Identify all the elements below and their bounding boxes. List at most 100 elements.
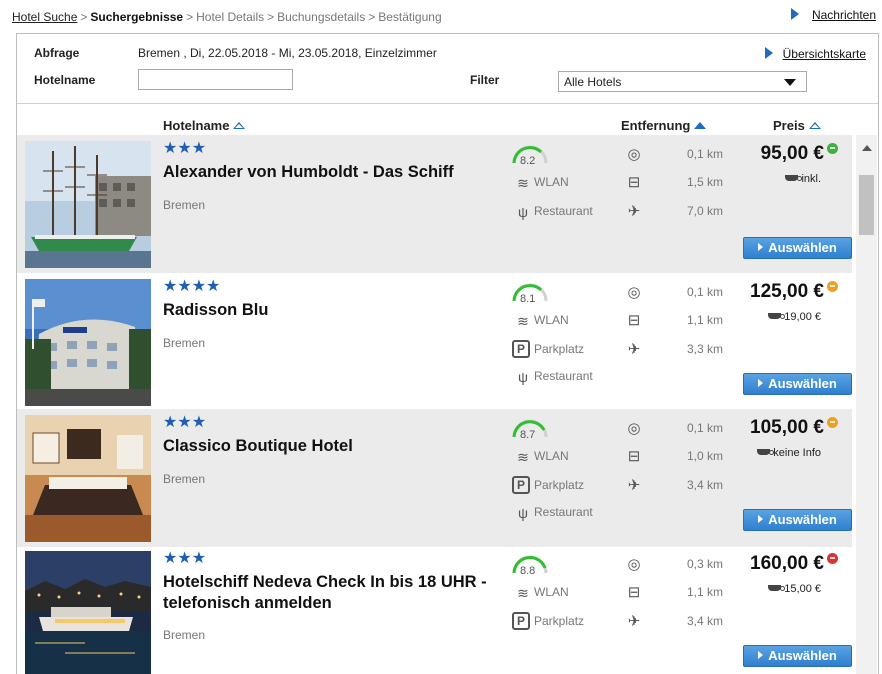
- sort-distance[interactable]: Entfernung: [621, 118, 707, 133]
- amenity-wlan: ≋ WLAN: [512, 172, 569, 192]
- breadcrumb-hotel-details: Hotel Details: [196, 10, 265, 24]
- airplane-icon: ✈: [627, 612, 641, 630]
- rating-value: 8.8: [520, 565, 536, 577]
- chevron-down-icon: [784, 79, 796, 86]
- filter-select-value: Alle Hotels: [564, 75, 622, 89]
- distance-airport: ✈ 3,4 km: [623, 475, 733, 495]
- breadcrumb: Hotel Suche > Suchergebnisse > Hotel Details…: [12, 10, 442, 24]
- breadcrumb-separator: >: [267, 10, 275, 24]
- breadcrumb-buchungsdetails: Buchungsdetails: [277, 10, 366, 24]
- target-icon: ◎: [627, 145, 641, 163]
- sort-asc-icon: [808, 122, 821, 129]
- breakfast-info: 19,00 €: [768, 311, 821, 323]
- star-rating: ★★★: [163, 140, 207, 157]
- amenity-label: WLAN: [534, 313, 569, 327]
- amenity-wlan: ≋ WLAN: [512, 446, 569, 466]
- select-button-label: Auswählen: [768, 240, 837, 255]
- parking-icon: P: [512, 340, 530, 358]
- arrow-right-icon: [790, 8, 799, 20]
- amenity-restaurant: ψ Restaurant: [512, 366, 593, 386]
- hotel-name[interactable]: Radisson Blu: [163, 300, 493, 321]
- hotel-city: Bremen: [163, 472, 206, 486]
- coffee-cup-icon: [768, 313, 786, 319]
- distance-value: 1,1 km: [686, 585, 723, 599]
- arrow-right-icon: [758, 651, 764, 659]
- sort-asc-icon: [233, 122, 246, 129]
- breakfast-info: keine Info: [757, 447, 821, 459]
- coffee-cup-icon: [768, 585, 786, 591]
- status-dot-orange-icon: [827, 417, 838, 428]
- star-rating: ★★★: [163, 550, 207, 567]
- star-rating: ★★★★: [163, 278, 221, 295]
- select-button-label: Auswählen: [768, 512, 837, 527]
- coffee-cup-icon: [785, 175, 803, 181]
- select-button[interactable]: Auswählen: [743, 237, 852, 259]
- distance-center: ◎ 0,1 km: [623, 418, 733, 438]
- hotel-name[interactable]: Classico Boutique Hotel: [163, 436, 493, 457]
- rating-value: 8.1: [520, 293, 536, 305]
- wifi-icon: ≋: [517, 312, 529, 329]
- wifi-icon: ≋: [517, 174, 529, 191]
- breadcrumb-bestaetigung: Bestätigung: [378, 10, 442, 24]
- hotel-photo-ship-night[interactable]: [25, 551, 151, 674]
- target-icon: ◎: [627, 555, 641, 573]
- distance-value: 7,0 km: [686, 204, 723, 218]
- select-button[interactable]: Auswählen: [743, 509, 852, 531]
- breadcrumb-separator: >: [80, 10, 88, 24]
- breadcrumb-hotel-suche[interactable]: Hotel Suche: [12, 10, 77, 24]
- distance-value: 0,3 km: [686, 557, 723, 571]
- messages-link[interactable]: Nachrichten: [790, 8, 876, 22]
- parking-icon: P: [512, 476, 530, 494]
- select-button-label: Auswählen: [768, 376, 837, 391]
- amenity-label: WLAN: [534, 449, 569, 463]
- select-button-label: Auswählen: [768, 648, 837, 663]
- hotel-name[interactable]: Alexander von Humboldt - Das Schiff: [163, 162, 493, 183]
- price: 95,00 €: [760, 143, 824, 164]
- amenity-label: Restaurant: [534, 204, 593, 218]
- price: 105,00 €: [750, 417, 824, 438]
- hotel-row: ★★★ Hotelschiff Nedeva Check In bis 18 U…: [17, 545, 852, 674]
- distance-airport: ✈ 7,0 km: [623, 201, 733, 221]
- sort-price[interactable]: Preis: [773, 118, 821, 133]
- arrow-right-icon: [758, 243, 764, 251]
- train-icon: ⊟: [627, 173, 641, 191]
- distance-value: 0,1 km: [686, 285, 723, 299]
- distance-station: ⊟ 1,1 km: [623, 310, 733, 330]
- distance-value: 1,1 km: [686, 313, 723, 327]
- filter-select[interactable]: Alle Hotels: [558, 71, 807, 92]
- scrollbar[interactable]: [856, 135, 877, 674]
- breadcrumb-suchergebnisse: Suchergebnisse: [90, 10, 184, 24]
- train-icon: ⊟: [627, 311, 641, 329]
- restaurant-icon: ψ: [518, 504, 528, 521]
- hotel-photo-radisson[interactable]: [25, 279, 151, 406]
- hotel-photo-room[interactable]: [25, 415, 151, 542]
- select-button[interactable]: Auswählen: [743, 645, 852, 667]
- rating-gauge: 8.1: [510, 281, 550, 305]
- breadcrumb-separator: >: [186, 10, 194, 24]
- select-button[interactable]: Auswählen: [743, 373, 852, 395]
- sort-hotelname[interactable]: Hotelname: [163, 118, 246, 133]
- coffee-cup-icon: [757, 449, 775, 455]
- hotel-name[interactable]: Hotelschiff Nedeva Check In bis 18 UHR -…: [163, 572, 493, 614]
- sort-hotelname-label: Hotelname: [163, 118, 230, 133]
- arrow-right-icon: [758, 379, 764, 387]
- messages-link-label: Nachrichten: [811, 8, 876, 22]
- scrollbar-thumb[interactable]: [859, 175, 874, 235]
- amenity-restaurant: ψ Restaurant: [512, 201, 593, 221]
- amenity-restaurant: ψ Restaurant: [512, 502, 593, 522]
- star-rating: ★★★: [163, 414, 207, 431]
- airplane-icon: ✈: [627, 476, 641, 494]
- scroll-up-icon[interactable]: [862, 145, 872, 151]
- hotel-city: Bremen: [163, 198, 206, 212]
- query-label: Abfrage: [34, 46, 80, 60]
- overview-map-link[interactable]: Übersichtskarte: [764, 47, 866, 61]
- amenity-label: Restaurant: [534, 369, 593, 383]
- hotelname-input[interactable]: [138, 69, 293, 90]
- hotel-photo-ship[interactable]: [25, 141, 151, 268]
- breakfast-value: 15,00 €: [784, 583, 821, 595]
- restaurant-icon: ψ: [518, 368, 528, 385]
- amenity-label: Parkplatz: [534, 478, 585, 492]
- price: 125,00 €: [750, 281, 824, 302]
- amenity-parking: P Parkplatz: [512, 611, 584, 631]
- breakfast-value: 19,00 €: [784, 311, 821, 323]
